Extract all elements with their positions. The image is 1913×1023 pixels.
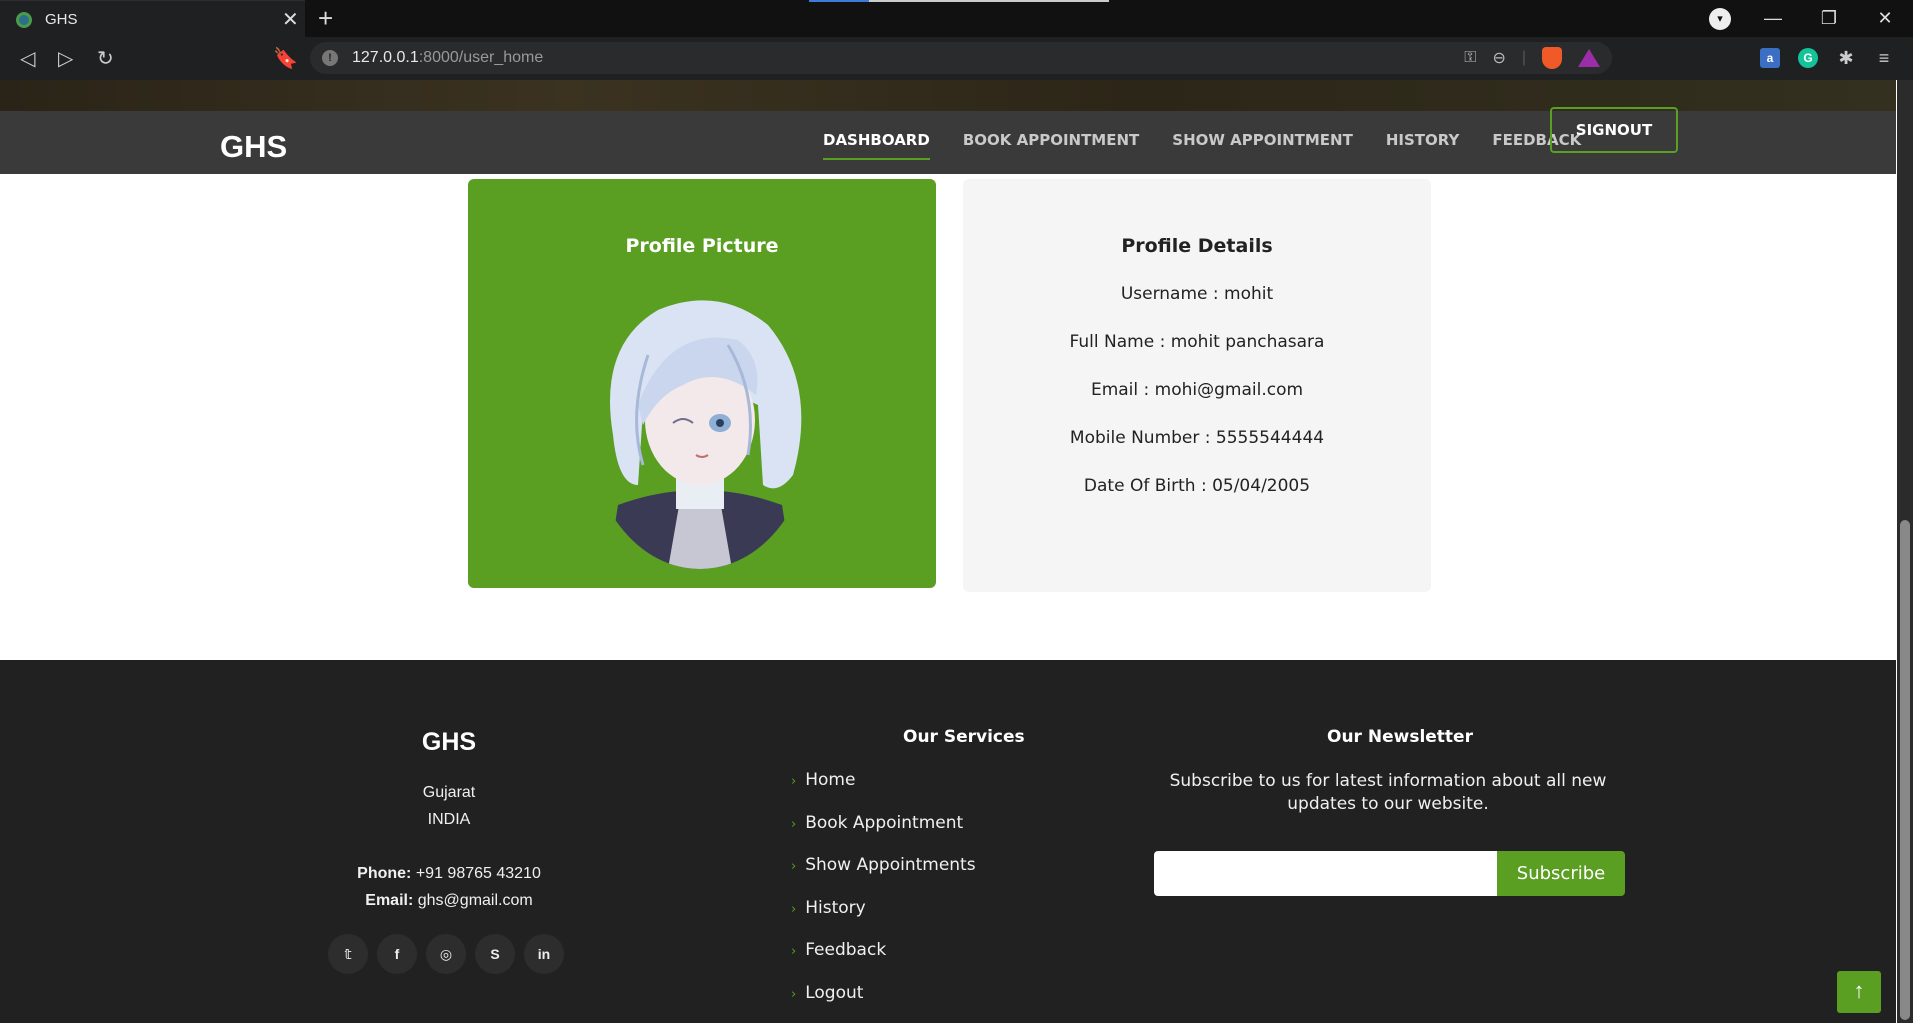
tab-title: GHS <box>45 11 78 28</box>
footer-brand: GHS <box>421 728 477 756</box>
username-text: Username : mohit <box>1120 284 1274 304</box>
full-name-text: Full Name : mohit panchasara <box>1069 332 1325 352</box>
newsletter-text: Subscribe to us for latest information a… <box>1169 771 1607 814</box>
service-link-logout[interactable]: › Logout <box>791 983 863 1003</box>
page-scrollbar[interactable] <box>1897 80 1913 1023</box>
mobile-text: Mobile Number : 5555544444 <box>1069 428 1325 448</box>
reload-icon[interactable]: ↻ <box>97 46 114 71</box>
nav-book-appointment[interactable]: BOOK APPOINTMENT <box>963 120 1139 160</box>
footer-country: INDIA <box>427 811 471 828</box>
profile-details-card: Profile Details Username : mohit Full Na… <box>963 179 1431 592</box>
close-tab-icon[interactable]: ✕ <box>282 7 299 32</box>
email-text: Email : mohi@gmail.com <box>1090 380 1304 400</box>
window-close-icon[interactable]: ✕ <box>1857 8 1913 29</box>
scrollbar-thumb[interactable] <box>1900 520 1910 1020</box>
nav-history[interactable]: HISTORY <box>1386 120 1460 160</box>
extension-icon[interactable]: a <box>1760 48 1780 68</box>
site-footer: GHS Gujarat INDIA Phone: +91 98765 43210… <box>0 660 1896 1023</box>
main-nav: DASHBOARD BOOK APPOINTMENT SHOW APPOINTM… <box>823 120 1614 160</box>
url-text[interactable]: 127.0.0.1:8000/user_home <box>352 49 543 67</box>
arrow-up-icon: ↑ <box>1853 978 1865 1003</box>
profile-menu-icon[interactable]: ▾ <box>1709 8 1731 30</box>
facebook-icon[interactable]: f <box>377 934 417 974</box>
browser-tab-bar: GHS ✕ + ▾ — ❐ ✕ <box>0 0 1913 37</box>
minimize-icon[interactable]: — <box>1745 8 1801 29</box>
back-icon[interactable]: ◁ <box>20 46 35 71</box>
service-link-book-appointment[interactable]: › Book Appointment <box>791 813 963 833</box>
profile-avatar <box>588 285 812 569</box>
menu-icon[interactable]: ≡ <box>1874 48 1894 68</box>
address-bar[interactable]: ! 127.0.0.1:8000/user_home ⚿ ⊖ | <box>310 42 1612 74</box>
site-logo[interactable]: GHS <box>220 129 287 165</box>
linkedin-icon[interactable]: in <box>524 934 564 974</box>
footer-phone: Phone: +91 98765 43210 <box>357 865 541 882</box>
signout-button[interactable]: SIGNOUT <box>1550 107 1678 153</box>
service-link-home[interactable]: › Home <box>791 770 855 790</box>
back-to-top-button[interactable]: ↑ <box>1837 971 1881 1013</box>
browser-toolbar: ◁ ▷ ↻ 🔖 ! 127.0.0.1:8000/user_home ⚿ ⊖ |… <box>0 37 1913 80</box>
footer-state: Gujarat <box>422 784 476 801</box>
subscribe-button[interactable]: Subscribe <box>1497 851 1625 896</box>
dob-text: Date Of Birth : 05/04/2005 <box>1083 476 1311 496</box>
key-icon[interactable]: ⚿ <box>1464 49 1476 67</box>
browser-tab[interactable]: GHS ✕ <box>0 0 305 37</box>
site-info-icon[interactable]: ! <box>322 50 338 66</box>
profile-picture-title: Profile Picture <box>625 235 779 257</box>
nav-show-appointment[interactable]: SHOW APPOINTMENT <box>1172 120 1353 160</box>
instagram-icon[interactable]: ◎ <box>426 934 466 974</box>
profile-details-title: Profile Details <box>1121 235 1273 257</box>
service-link-show-appointments[interactable]: › Show Appointments <box>791 855 976 875</box>
favicon-icon <box>16 12 32 28</box>
restore-icon[interactable]: ❐ <box>1801 8 1857 29</box>
loading-bar <box>809 0 1109 2</box>
newsletter-title: Our Newsletter <box>1327 727 1473 747</box>
bookmark-icon[interactable]: 🔖 <box>273 46 298 71</box>
social-links: 𝕥 f ◎ S in <box>328 934 564 974</box>
profile-picture-card: Profile Picture <box>468 179 936 588</box>
zoom-icon[interactable]: ⊖ <box>1492 48 1505 68</box>
brave-shields-icon[interactable] <box>1542 47 1562 69</box>
grammarly-icon[interactable]: G <box>1798 48 1818 68</box>
puzzle-icon[interactable]: ✱ <box>1836 48 1856 68</box>
forward-icon[interactable]: ▷ <box>58 46 73 71</box>
nav-dashboard[interactable]: DASHBOARD <box>823 120 930 160</box>
service-link-history[interactable]: › History <box>791 898 866 918</box>
twitter-icon[interactable]: 𝕥 <box>328 934 368 974</box>
skype-icon[interactable]: S <box>475 934 515 974</box>
newsletter-email-input[interactable] <box>1154 851 1499 896</box>
services-title: Our Services <box>903 727 1025 747</box>
brave-rewards-icon[interactable] <box>1578 49 1600 67</box>
service-link-feedback[interactable]: › Feedback <box>791 940 886 960</box>
footer-email: Email: ghs@gmail.com <box>365 892 533 909</box>
new-tab-button[interactable]: + <box>318 3 333 34</box>
